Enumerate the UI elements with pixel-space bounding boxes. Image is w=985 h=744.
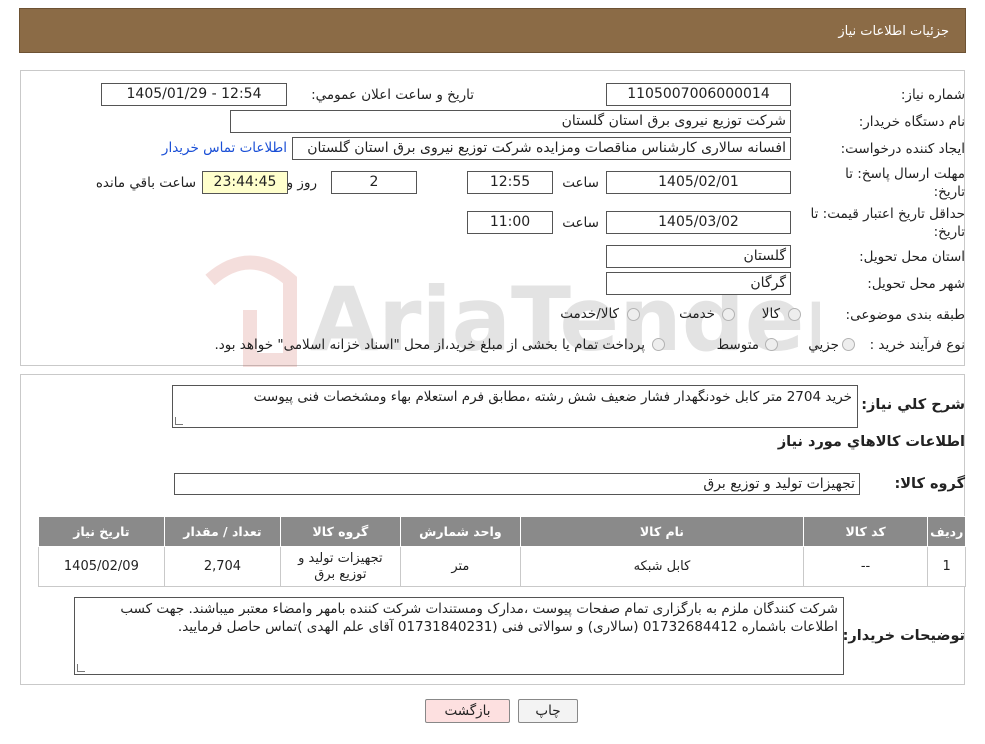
deadline-label-line1: مهلت ارسال پاسخ: تا (845, 166, 965, 182)
deadline-time-field: 12:55 (467, 171, 553, 194)
cell-date: 1405/02/09 (38, 546, 165, 587)
category-radio-service[interactable] (722, 308, 735, 321)
contact-buyer-link[interactable]: اطلاعات تماس خریدار (162, 140, 287, 156)
validity-label-line1: حداقل تاریخ اعتبار قیمت: تا (810, 206, 965, 222)
col-row: ردیف (927, 516, 966, 547)
goods-table: ردیف کد کالا نام کالا واحد شمارش گروه کا… (38, 516, 966, 587)
deadline-date-field: 1405/02/01 (606, 171, 791, 194)
buyer-org-field: شرکت توزیع نیروی برق استان گلستان (230, 110, 791, 133)
remaining-days-field: 2 (331, 171, 417, 194)
process-radio-medium[interactable] (765, 338, 778, 351)
category-option-goods: کالا (761, 306, 780, 322)
col-unit: واحد شمارش (399, 516, 522, 547)
col-qty: تعداد / مقدار (163, 516, 282, 547)
province-label: استان محل تحویل: (859, 249, 965, 265)
cell-group: تجهیزات تولید و توزیع برق (280, 546, 401, 587)
process-option-minor: جزیي (808, 337, 839, 353)
need-number-field: 1105007006000014 (606, 83, 791, 106)
process-checkbox-treasury[interactable] (652, 338, 665, 351)
col-group: گروه کالا (280, 516, 401, 547)
description-textarea[interactable]: خرید 2704 متر کابل خودنگهدار فشار ضعیف ش… (172, 385, 858, 428)
province-field: گلستان (606, 245, 791, 268)
print-button[interactable]: چاپ (518, 699, 578, 723)
category-option-service: خدمت (679, 306, 715, 322)
buyer-notes-textarea[interactable]: شرکت کنندگان ملزم به بارگزاری تمام صفحات… (74, 597, 844, 675)
validity-label-line2: تاریخ: (933, 224, 965, 240)
announce-field: 1405/01/29 - 12:54 (101, 83, 287, 106)
goods-group-field: تجهیزات تولید و توزیع برق (174, 473, 860, 495)
cell-qty: 2,704 (163, 546, 282, 587)
goods-section-title: اطلاعات کالاهاي مورد نیاز (777, 434, 965, 450)
col-code: کد کالا (802, 516, 929, 547)
deadline-time-label: ساعت (562, 175, 599, 191)
remaining-label: ساعت باقي مانده (95, 175, 196, 191)
category-radio-goods[interactable] (788, 308, 801, 321)
buyer-notes-text: شرکت کنندگان ملزم به بارگزاری تمام صفحات… (120, 601, 838, 635)
need-number-label: شماره نیاز: (900, 87, 965, 103)
page-header: جزئیات اطلاعات نیاز (19, 8, 966, 53)
col-name: نام کالا (520, 516, 804, 547)
process-option-medium: متوسط (716, 337, 759, 353)
city-label: شهر محل تحویل: (867, 276, 965, 292)
validity-time-field: 11:00 (467, 211, 553, 234)
category-label: طبقه بندی موضوعی: (845, 307, 965, 323)
deadline-label-line2: تاریخ: (933, 184, 965, 200)
creator-label: ایجاد کننده درخواست: (840, 141, 965, 157)
process-treasury-note: پرداخت تمام یا بخشی از مبلغ خرید،از محل … (214, 337, 645, 353)
resize-grip-icon[interactable] (77, 664, 85, 672)
category-radio-goods-service[interactable] (627, 308, 640, 321)
city-field: گرگان (606, 272, 791, 295)
cell-code: -- (802, 546, 929, 587)
col-date: تاریخ نیاز (38, 516, 165, 547)
process-radio-minor[interactable] (842, 338, 855, 351)
category-option-goods-service: کالا/خدمت (560, 306, 619, 322)
cell-unit: متر (399, 546, 522, 587)
cell-row: 1 (927, 546, 966, 587)
creator-field: افسانه سالاری کارشناس مناقصات ومزایده شر… (292, 137, 791, 160)
buyer-notes-label: توضیحات خریدار: (842, 628, 965, 644)
process-label: نوع فرآیند خرید : (869, 337, 965, 353)
announce-label: تاریخ و ساعت اعلان عمومي: (311, 87, 474, 103)
remaining-time-field: 23:44:45 (202, 171, 288, 194)
buyer-org-label: نام دستگاه خریدار: (858, 114, 965, 130)
validity-time-label: ساعت (562, 215, 599, 231)
page-title: جزئیات اطلاعات نیاز (838, 24, 949, 39)
description-text: خرید 2704 متر کابل خودنگهدار فشار ضعیف ش… (253, 389, 852, 405)
goods-group-label: گروه کالا: (894, 476, 965, 492)
back-button[interactable]: بازگشت (425, 699, 510, 723)
days-label: روز و (286, 175, 317, 191)
resize-grip-icon[interactable] (175, 417, 183, 425)
description-label: شرح کلي نیاز: (861, 397, 965, 413)
cell-name: کابل شبکه (520, 546, 804, 587)
table-row: 1 -- کابل شبکه متر تجهیزات تولید و توزیع… (38, 546, 966, 587)
validity-date-field: 1405/03/02 (606, 211, 791, 234)
goods-table-header: ردیف کد کالا نام کالا واحد شمارش گروه کا… (38, 516, 966, 547)
